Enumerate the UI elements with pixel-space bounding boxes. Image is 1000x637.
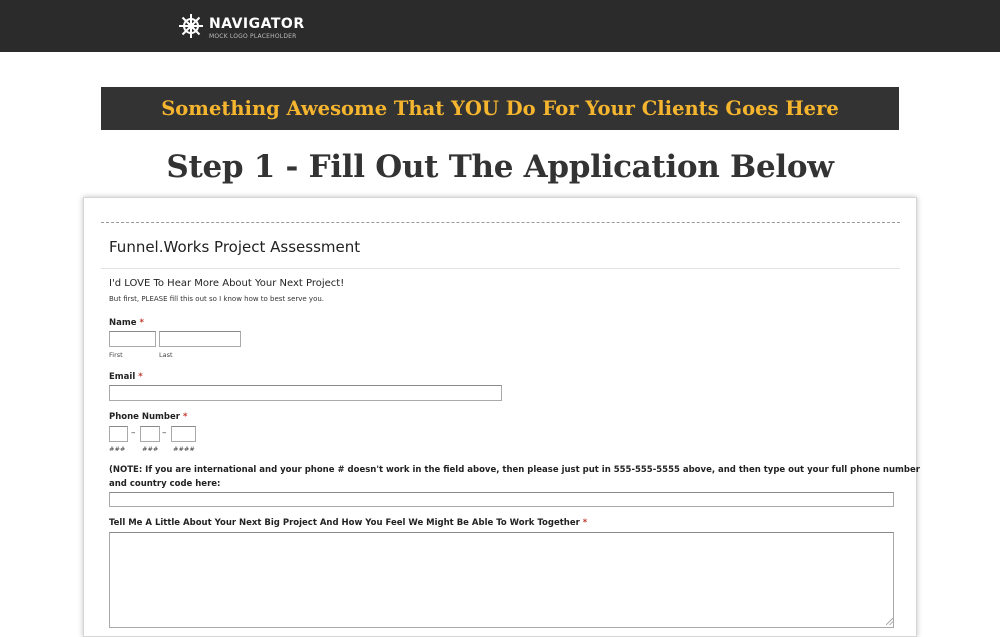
international-phone-input[interactable] [109, 492, 894, 507]
name-label-text: Name [109, 318, 137, 328]
last-name-sublabel: Last [159, 351, 173, 359]
dashed-divider [101, 222, 900, 223]
intro-heading: I'd LOVE To Hear More About Your Next Pr… [109, 278, 345, 289]
headline-banner: Something Awesome That YOU Do For Your C… [101, 87, 899, 130]
phone-label-text: Phone Number [109, 412, 180, 422]
required-marker: * [182, 412, 188, 422]
logo-title: NAVIGATOR [209, 16, 305, 32]
international-note-label-line1: (NOTE: If you are international and your… [109, 465, 920, 475]
international-note-label-line2: and country code here: [109, 479, 221, 489]
phone-prefix-input[interactable] [140, 426, 160, 442]
first-name-input[interactable] [109, 331, 156, 347]
required-marker: * [138, 372, 143, 382]
last-name-input[interactable] [159, 331, 241, 347]
project-label: Tell Me A Little About Your Next Big Pro… [109, 518, 587, 528]
ship-wheel-icon [179, 14, 203, 38]
page-title: Step 1 - Fill Out The Application Below [166, 149, 834, 185]
section-divider [101, 268, 900, 269]
email-label: Email * [109, 372, 143, 382]
project-label-text: Tell Me A Little About Your Next Big Pro… [109, 518, 580, 528]
banner-text: Something Awesome That YOU Do For Your C… [161, 97, 839, 120]
phone-line-number-input[interactable] [171, 426, 196, 442]
phone-area-code-input[interactable] [109, 426, 128, 442]
phone-separator: – [162, 428, 167, 438]
name-label: Name * [109, 318, 144, 328]
project-description-textarea[interactable] [109, 532, 894, 628]
form-title: Funnel.Works Project Assessment [109, 238, 361, 256]
required-marker: * [139, 318, 144, 328]
phone-separator: – [131, 428, 136, 438]
logo-subtitle: MOCK LOGO PLACEHOLDER [209, 33, 297, 40]
intro-subtext: But first, PLEASE fill this out so I kno… [109, 295, 325, 303]
resize-handle-icon[interactable] [886, 618, 893, 625]
application-form-card: Funnel.Works Project Assessment I'd LOVE… [83, 197, 920, 637]
phone-prefix-sublabel: ### [142, 445, 159, 453]
first-name-sublabel: First [109, 351, 123, 359]
required-marker: * [582, 518, 588, 528]
email-label-text: Email [109, 372, 136, 382]
phone-line-sublabel: #### [173, 445, 195, 453]
phone-area-sublabel: ### [109, 445, 126, 453]
top-navigation-bar: NAVIGATOR MOCK LOGO PLACEHOLDER [0, 0, 1000, 52]
phone-label: Phone Number * [109, 412, 187, 422]
email-input[interactable] [109, 385, 502, 401]
